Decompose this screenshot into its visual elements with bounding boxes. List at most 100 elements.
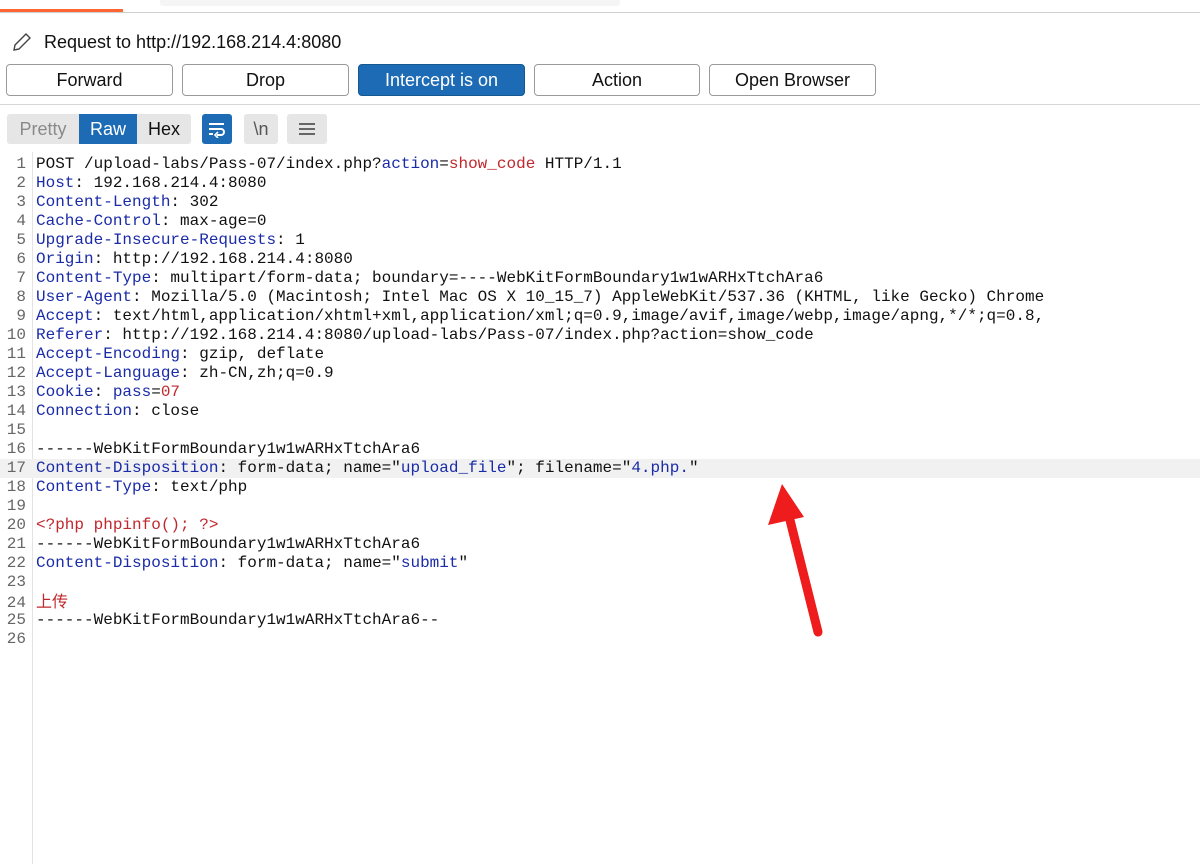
line-number: 12 [6,364,26,382]
intercept-toggle-button[interactable]: Intercept is on [358,64,525,96]
header-name: Content-Disposition [36,459,219,477]
active-tab-indicator[interactable] [0,0,123,12]
code-line: 19 [0,497,1200,516]
line-number: 16 [6,440,26,458]
tab-pretty[interactable]: Pretty [7,114,79,144]
code-line: 4 Cache-Control: max-age=0 [0,212,1200,231]
show-newlines-button[interactable]: \n [244,114,278,144]
code-line: 25 ------WebKitFormBoundary1w1wARHxTtchAr… [0,611,1200,630]
line-number: 3 [16,193,26,211]
header-name: Content-Length [36,193,171,211]
header-name: Host [36,174,75,192]
header-value: : 302 [170,193,219,211]
tab-strip [0,0,1200,13]
query-param-key: action [381,155,440,173]
multipart-boundary-end: ------WebKitFormBoundary1w1wARHxTtchAra6… [36,611,440,629]
code-line: 24 上传 [0,592,1200,612]
code-line: 6 Origin: http://192.168.214.4:8080 [0,250,1200,269]
line-number: 11 [6,345,26,363]
code-line: 23 [0,573,1200,592]
header-value: : text/php [151,478,248,496]
header-value: : zh-CN,zh;q=0.9 [180,364,334,382]
code-line: 13 Cookie: pass=07 [0,383,1200,402]
editor-menu-button[interactable] [287,114,327,144]
wrap-lines-button[interactable] [202,114,232,144]
line-number: 1 [16,155,26,173]
open-browser-button[interactable]: Open Browser [709,64,876,96]
header-name: Origin [36,250,94,268]
line-number: 15 [6,421,26,439]
code-line: 22 Content-Disposition: form-data; name="… [0,554,1200,573]
header-name: User-Agent [36,288,133,306]
raw-request-editor[interactable]: 1 POST /upload-labs/Pass-07/index.php?act… [0,152,1200,864]
header-value-part: : form-data; name=" [218,554,401,572]
code-line: 8 User-Agent: Mozilla/5.0 (Macintosh; Int… [0,288,1200,307]
line-number: 25 [6,611,26,629]
header-value: : http://192.168.214.4:8080/upload-labs/… [103,326,814,344]
drop-button[interactable]: Drop [182,64,349,96]
header-value: : gzip, deflate [180,345,325,363]
query-param-eq: = [439,155,449,173]
multipart-boundary: ------WebKitFormBoundary1w1wARHxTtchAra6 [36,440,421,458]
line-number: 22 [6,554,26,572]
wrap-icon [209,123,225,138]
php-payload: <?php phpinfo(); ?> [36,516,219,534]
code-line: 16 ------WebKitFormBoundary1w1wARHxTtchAr… [0,440,1200,459]
code-line: 18 Content-Type: text/php [0,478,1200,497]
multipart-boundary: ------WebKitFormBoundary1w1wARHxTtchAra6 [36,535,421,553]
tab-hex[interactable]: Hex [137,114,191,144]
pencil-icon[interactable] [10,30,34,54]
code-line: 2 Host: 192.168.214.4:8080 [0,174,1200,193]
header-name: Accept-Encoding [36,345,181,363]
header-value-part: " [458,554,469,572]
view-mode-tabs: Pretty Raw Hex [7,114,191,144]
cookie-name: pass [112,383,152,401]
header-name: Content-Disposition [36,554,219,572]
cookie-eq: = [151,383,161,401]
tab-raw[interactable]: Raw [79,114,137,144]
line-number: 10 [6,326,26,344]
header-name: Cookie [36,383,94,401]
code-line-highlighted: 17 Content-Disposition: form-data; name="… [0,459,1200,478]
line-number: 14 [6,402,26,420]
header-value: : Mozilla/5.0 (Macintosh; Intel Mac OS X… [132,288,1045,306]
header-value: : 1 [276,231,305,249]
line-number: 2 [16,174,26,192]
header-value-part: "; filename=" [506,459,632,477]
toolbar-divider [0,104,1200,105]
upload-filename: 4.php. [631,459,689,477]
header-value: : close [132,402,200,420]
line-number: 4 [16,212,26,230]
request-title: Request to http://192.168.214.4:8080 [44,31,342,52]
header-value: : http://192.168.214.4:8080 [93,250,353,268]
line-number: 7 [16,269,26,287]
forward-button[interactable]: Forward [6,64,173,96]
header-name: Connection [36,402,133,420]
line-number: 18 [6,478,26,496]
code-line: 7 Content-Type: multipart/form-data; boun… [0,269,1200,288]
form-field-name: upload_file [400,459,507,477]
line-number: 6 [16,250,26,268]
code-line: 26 [0,630,1200,649]
code-line: 5 Upgrade-Insecure-Requests: 1 [0,231,1200,250]
editor-view-bar: Pretty Raw Hex \n [7,114,327,144]
query-param-value: show_code [448,155,536,173]
header-name: Cache-Control [36,212,161,230]
action-button[interactable]: Action [534,64,700,96]
line-number: 5 [16,231,26,249]
code-line: 3 Content-Length: 302 [0,193,1200,212]
code-line: 14 Connection: close [0,402,1200,421]
cookie-value: 07 [160,383,181,401]
header-name: Upgrade-Insecure-Requests [36,231,277,249]
line-number: 13 [6,383,26,401]
code-line: 15 [0,421,1200,440]
line-number: 9 [16,307,26,325]
code-line: 9 Accept: text/html,application/xhtml+xml… [0,307,1200,326]
header-name: Content-Type [36,269,152,287]
header-value: : text/html,application/xhtml+xml,applic… [93,307,1045,325]
code-line: 12 Accept-Language: zh-CN,zh;q=0.9 [0,364,1200,383]
code-line: 11 Accept-Encoding: gzip, deflate [0,345,1200,364]
header-value-part: " [688,459,699,477]
annotation-arrow-icon [768,484,823,637]
header-name: Accept [36,307,94,325]
